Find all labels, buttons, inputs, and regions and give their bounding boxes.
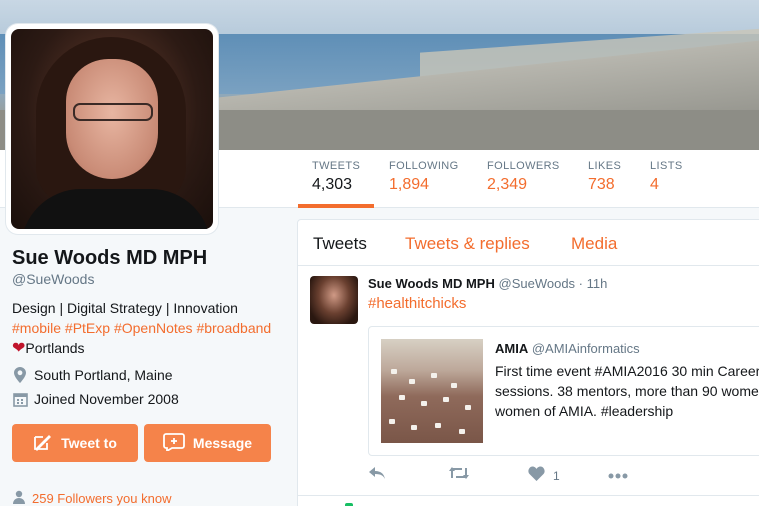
profile-avatar[interactable] xyxy=(6,24,218,234)
reply-icon xyxy=(368,466,386,485)
reply-button[interactable] xyxy=(368,466,386,485)
avatar xyxy=(11,29,213,229)
timeline: Tweets Tweets & replies Media Sue Woods … xyxy=(297,219,759,506)
location-icon xyxy=(12,367,28,383)
profile-bio: Design | Digital Strategy | Innovation #… xyxy=(12,298,271,359)
like-button[interactable]: 1 xyxy=(528,466,560,486)
quoted-tweet-text: First time event #AMIA2016 30 min Career… xyxy=(495,363,759,419)
stat-likes[interactable]: LIKES 738 xyxy=(588,160,621,194)
quoted-tweet-header: AMIA @AMIAinformatics xyxy=(495,341,640,356)
retweet-button[interactable] xyxy=(448,466,470,485)
timeline-tabs: Tweets Tweets & replies Media xyxy=(298,220,759,266)
tab-tweets[interactable]: Tweets xyxy=(313,234,367,254)
like-count: 1 xyxy=(553,469,560,483)
tweet-to-button[interactable]: Tweet to xyxy=(12,424,138,462)
more-icon xyxy=(608,466,628,484)
message-icon xyxy=(163,432,185,454)
retweet-icon xyxy=(448,466,470,485)
profile-joined: Joined November 2008 xyxy=(12,391,179,407)
tweet-text[interactable]: #healthitchicks xyxy=(368,295,466,312)
stat-following[interactable]: FOLLOWING 1,894 xyxy=(389,160,459,194)
tweet-header: Sue Woods MD MPH @SueWoods · 11h xyxy=(368,276,607,291)
bio-hashtags[interactable]: #mobile #PtExp #OpenNotes #broadband xyxy=(12,318,271,338)
more-button[interactable] xyxy=(608,466,628,484)
quoted-tweet-image[interactable] xyxy=(381,339,483,443)
quoted-tweet[interactable]: AMIA @AMIAinformatics First time event #… xyxy=(368,326,759,456)
tab-tweets-replies[interactable]: Tweets & replies xyxy=(405,234,530,254)
active-stat-indicator xyxy=(298,204,374,208)
message-button[interactable]: Message xyxy=(144,424,271,462)
bio-line: ❤Portlands xyxy=(12,340,85,357)
stat-lists[interactable]: LISTS 4 xyxy=(650,160,683,194)
heart-icon xyxy=(528,466,545,486)
tweet-avatar[interactable] xyxy=(310,276,358,324)
stat-tweets[interactable]: TWEETS 4,303 xyxy=(312,160,360,194)
calendar-icon xyxy=(12,391,28,407)
profile-name: Sue Woods MD MPH xyxy=(12,247,208,269)
quoted-author-handle: @AMIAinformatics xyxy=(531,341,640,356)
profile-location: South Portland, Maine xyxy=(12,367,173,383)
tweet-meta[interactable]: @SueWoods · 11h xyxy=(499,276,608,291)
tweet-divider xyxy=(298,495,759,496)
followers-you-know-link[interactable]: 259 Followers you know xyxy=(12,490,171,506)
compose-icon xyxy=(33,433,53,454)
bio-line: Design | Digital Strategy | Innovation xyxy=(12,300,238,316)
quoted-author-name: AMIA xyxy=(495,341,529,356)
stat-followers[interactable]: FOLLOWERS 2,349 xyxy=(487,160,560,194)
tweet-author-name[interactable]: Sue Woods MD MPH xyxy=(368,276,495,291)
profile-handle[interactable]: @SueWoods xyxy=(12,271,94,287)
heart-emoji-icon: ❤ xyxy=(12,340,26,357)
followers-icon xyxy=(12,490,26,506)
tab-media[interactable]: Media xyxy=(571,234,617,254)
